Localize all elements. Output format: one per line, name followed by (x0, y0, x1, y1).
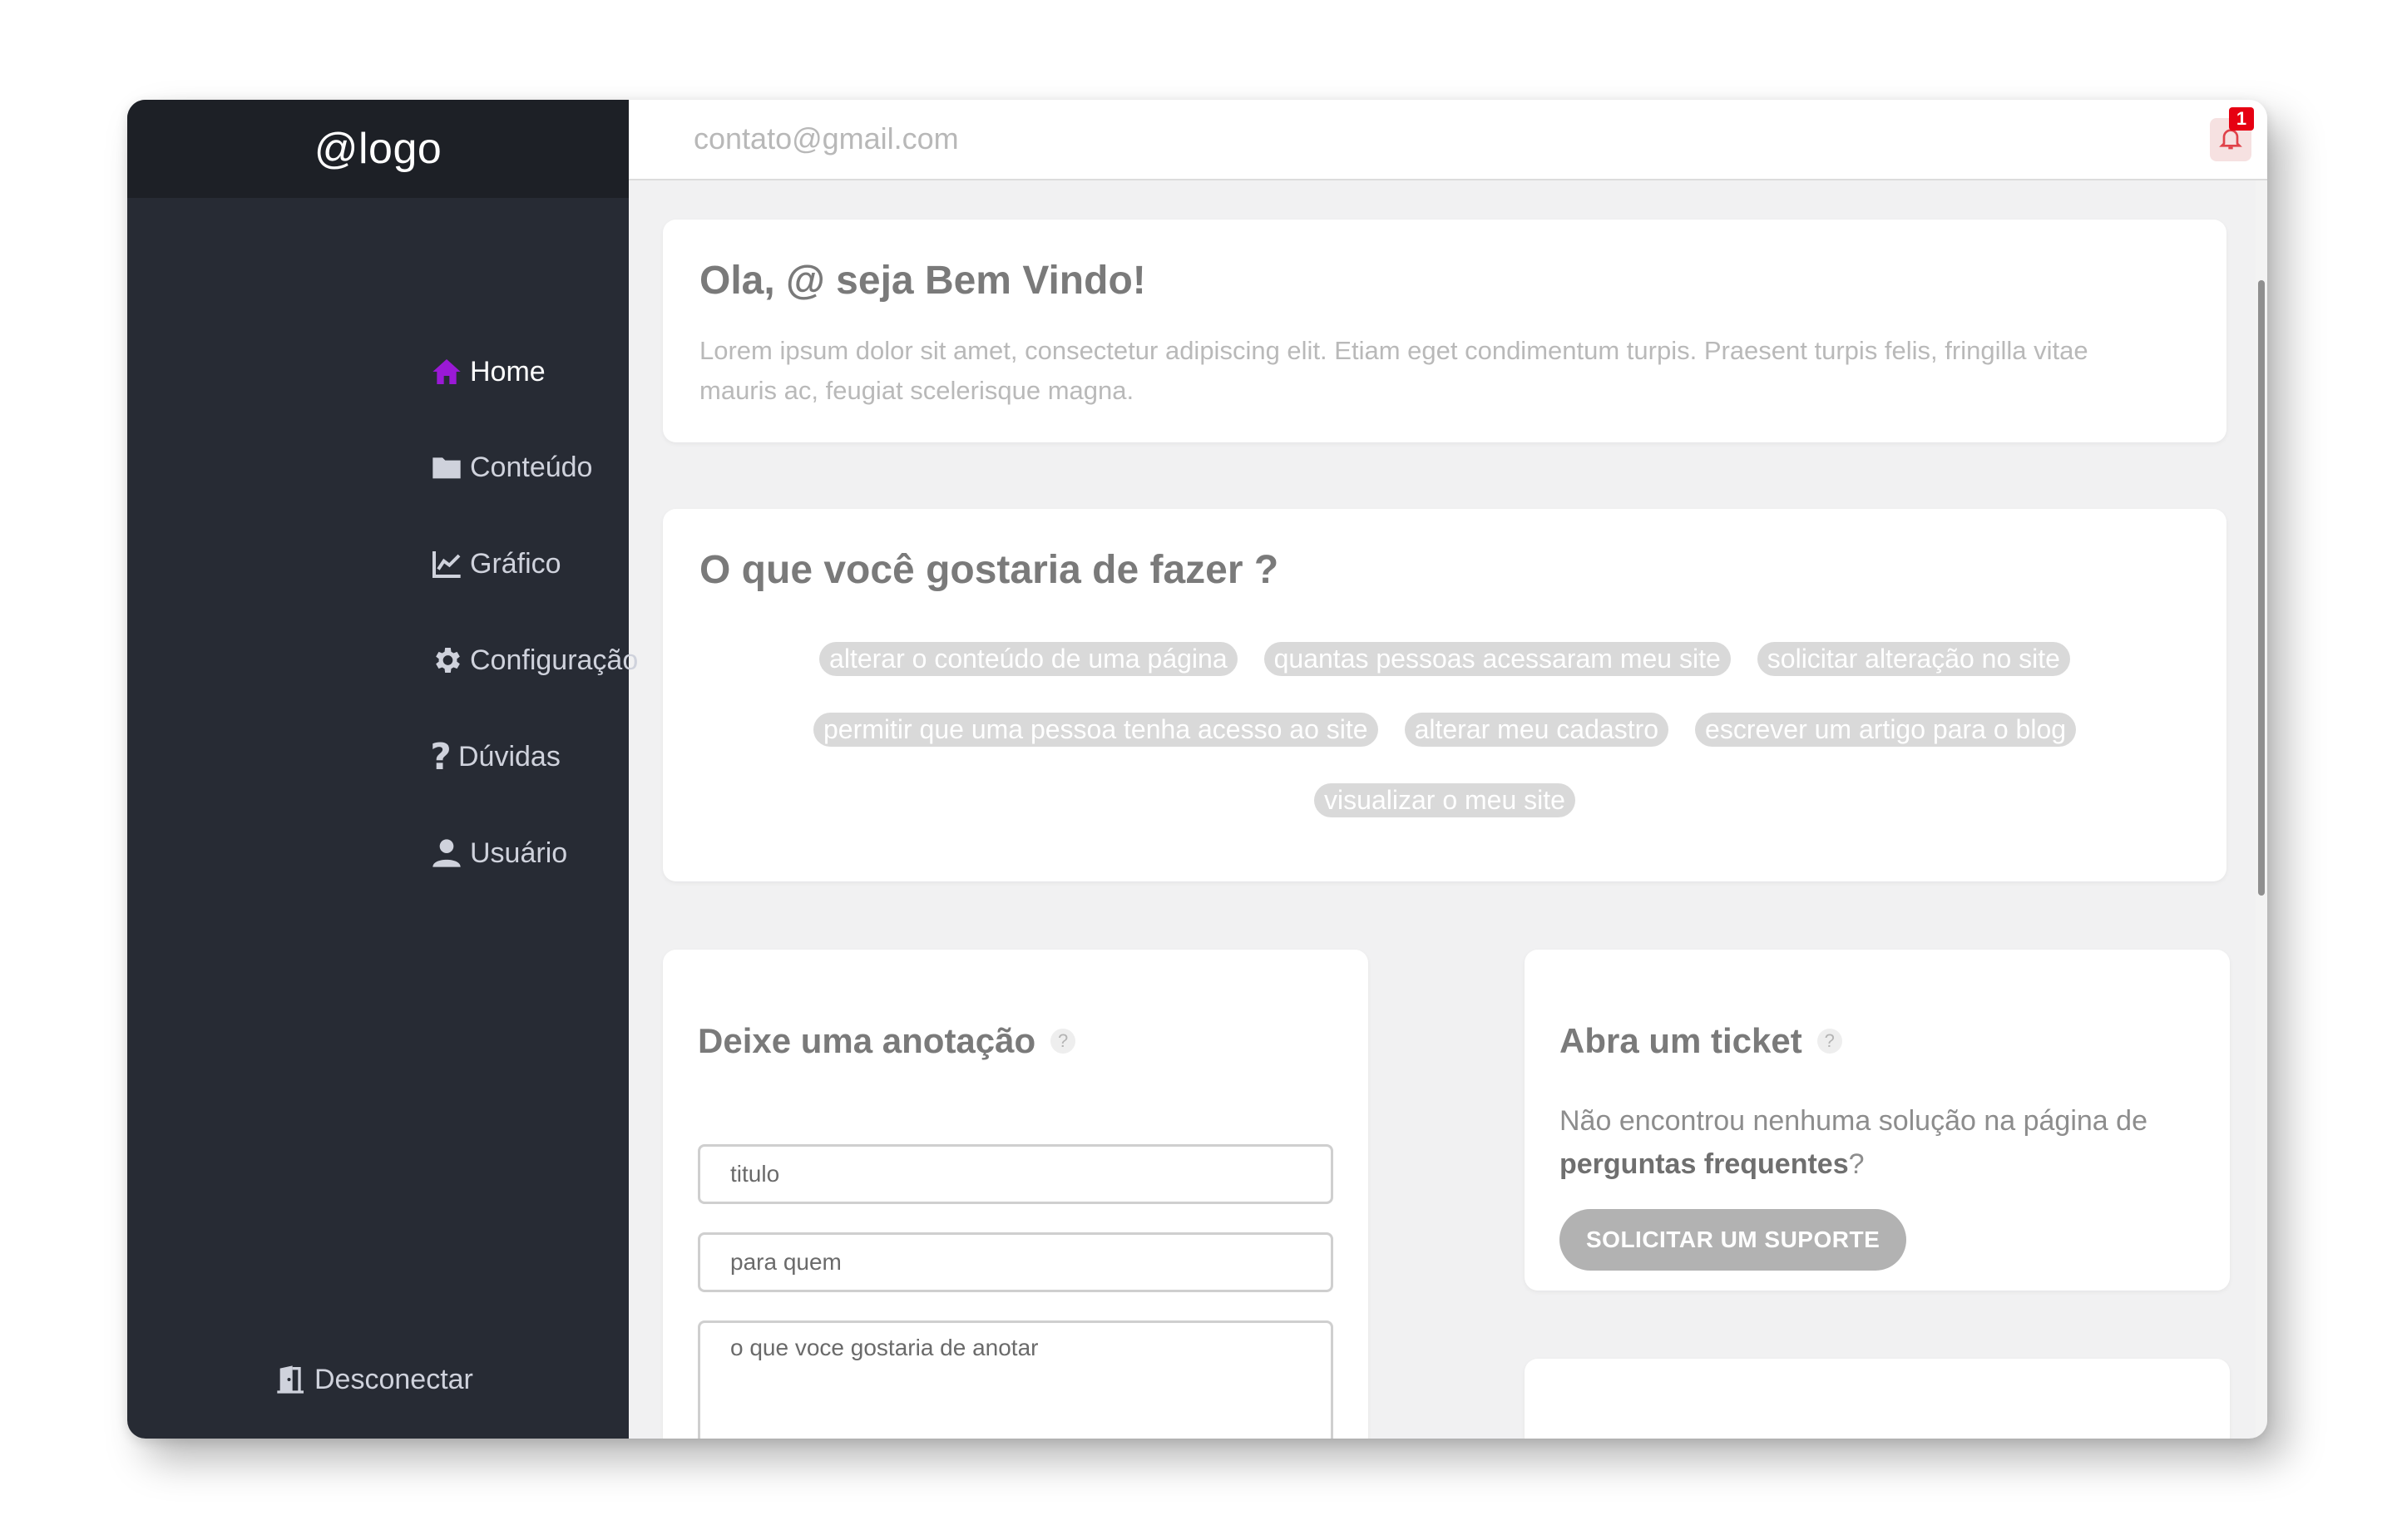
sidebar-item-duvidas[interactable]: ? Dúvidas (428, 735, 561, 778)
sidebar: @logo Home Conteúdo Gráfico Configuração… (127, 100, 638, 1439)
logout-label: Desconectar (314, 1363, 473, 1395)
note-card: Deixe uma anotação ? (663, 950, 1368, 1439)
sidebar-item-conteudo[interactable]: Conteúdo (428, 449, 592, 486)
gear-icon (428, 642, 465, 679)
actions-title: O que você gostaria de fazer ? (699, 548, 1279, 592)
sidebar-item-label: Gráfico (470, 547, 561, 580)
action-chip[interactable]: alterar meu cadastro (1404, 713, 1669, 747)
sidebar-item-home[interactable]: Home (428, 353, 546, 390)
sidebar-item-label: Dúvidas (458, 740, 561, 772)
ticket-card: Abra um ticket ? Não encontrou nenhuma s… (1525, 950, 2230, 1291)
sidebar-item-grafico[interactable]: Gráfico (428, 545, 561, 582)
sidebar-item-configuracao[interactable]: Configuração (428, 642, 638, 679)
action-chip[interactable]: escrever um artigo para o blog (1695, 713, 2077, 747)
scrollbar[interactable] (2256, 180, 2267, 1439)
ticket-text: Não encontrou nenhuma solução na página … (1559, 1105, 2147, 1180)
extra-card (1525, 1359, 2230, 1439)
sidebar-item-usuario[interactable]: Usuário (428, 835, 567, 871)
door-exit-icon (273, 1361, 309, 1398)
sidebar-item-label: Conteúdo (470, 451, 593, 483)
sidebar-item-label: Usuário (470, 837, 568, 869)
sidebar-item-label: Home (470, 355, 546, 387)
notification-badge: 1 (2229, 107, 2254, 131)
actions-card: O que você gostaria de fazer ? alterar o… (663, 509, 2226, 881)
action-chip[interactable]: alterar o conteúdo de uma página (819, 642, 1238, 676)
action-chip[interactable]: solicitar alteração no site (1757, 642, 2070, 676)
welcome-card: Ola, @ seja Bem Vindo! Lorem ipsum dolor… (663, 220, 2226, 442)
logo-bar: @logo (127, 100, 629, 198)
note-recipient-input[interactable] (698, 1232, 1333, 1292)
chart-line-icon (428, 545, 465, 582)
request-support-button[interactable]: SOLICITAR UM SUPORTE (1559, 1209, 1907, 1271)
question-icon: ? (430, 735, 452, 778)
action-chip[interactable]: quantas pessoas acessaram meu site (1263, 642, 1731, 676)
action-chip[interactable]: visualizar o meu site (1314, 783, 1575, 817)
help-icon[interactable]: ? (1050, 1029, 1076, 1054)
sidebar-item-label: Configuração (470, 644, 639, 676)
ticket-title: Abra um ticket (1559, 1021, 1802, 1060)
scrollbar-thumb[interactable] (2258, 280, 2265, 896)
welcome-title: Ola, @ seja Bem Vindo! (699, 259, 1146, 303)
home-icon (428, 353, 465, 390)
welcome-text: Lorem ipsum dolor sit amet, consectetur … (699, 336, 2088, 405)
logout-button[interactable]: Desconectar (273, 1361, 473, 1398)
note-body-textarea[interactable] (698, 1320, 1333, 1439)
user-email: contato@gmail.com (694, 121, 959, 155)
app-window: @logo Home Conteúdo Gráfico Configuração… (127, 100, 2267, 1439)
faq-link[interactable]: perguntas frequentes (1559, 1148, 1849, 1180)
action-chip[interactable]: permitir que uma pessoa tenha acesso ao … (813, 713, 1378, 747)
note-title: Deixe uma anotação (698, 1021, 1036, 1060)
folder-icon (428, 449, 465, 486)
note-header: Deixe uma anotação ? (698, 1021, 1076, 1061)
ticket-header: Abra um ticket ? (1559, 1021, 1842, 1061)
action-chips: alterar o conteúdo de uma página quantas… (713, 642, 2177, 817)
topbar: contato@gmail.com 1 (629, 100, 2267, 180)
help-icon[interactable]: ? (1816, 1029, 1842, 1054)
note-title-input[interactable] (698, 1144, 1333, 1204)
logo[interactable]: @logo (314, 124, 442, 174)
user-icon (428, 835, 465, 871)
